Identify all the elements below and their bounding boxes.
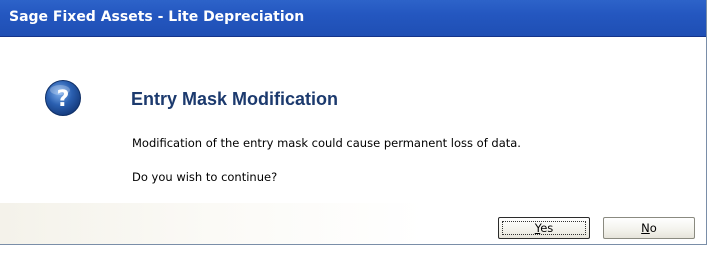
button-bar: Yes No [0,203,706,244]
window-title: Sage Fixed Assets - Lite Depreciation [9,9,305,25]
question-icon: ? [44,79,82,117]
question-text: Do you wish to continue? [132,170,278,184]
svg-text:?: ? [57,87,70,112]
dialog-content: ? Entry Mask Modification Modification o… [0,37,706,203]
title-bar[interactable]: Sage Fixed Assets - Lite Depreciation [0,0,706,37]
no-button-label: No [641,221,657,235]
message-text: Modification of the entry mask could cau… [132,136,521,150]
confirmation-dialog: Sage Fixed Assets - Lite Depreciation ? … [0,0,707,245]
yes-button[interactable]: Yes [498,217,590,239]
yes-button-label: Yes [534,221,554,235]
dialog-heading: Entry Mask Modification [131,89,339,109]
no-button[interactable]: No [603,217,695,239]
